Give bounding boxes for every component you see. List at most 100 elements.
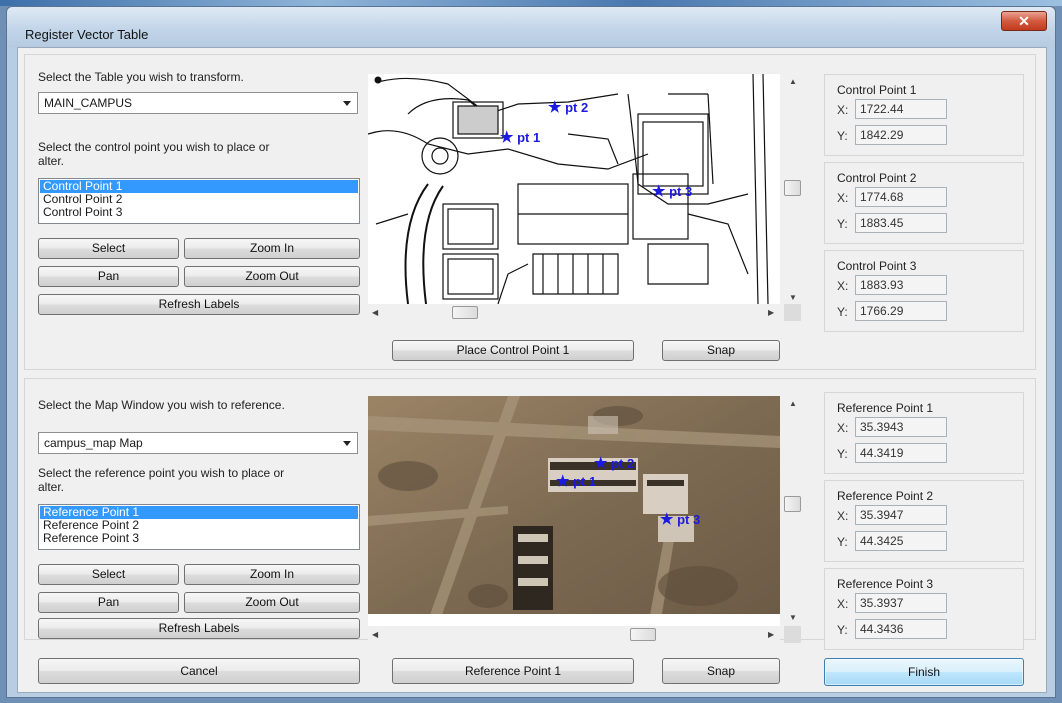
reference-point-list[interactable]: Reference Point 1 Reference Point 2 Refe…: [38, 504, 360, 550]
close-button[interactable]: ✕: [1001, 11, 1047, 31]
x-label: X:: [837, 597, 849, 611]
map-marker-pt1[interactable]: ★ pt 1: [500, 128, 540, 146]
reference-point-3-y-field[interactable]: 44.3436: [855, 619, 947, 639]
control-point-2-group: Control Point 2 X: 1774.68 Y: 1883.45: [824, 162, 1024, 244]
scroll-up-icon[interactable]: ▲: [789, 400, 797, 408]
star-icon: ★: [500, 129, 514, 146]
scroll-corner: [784, 626, 801, 643]
control-point-3-x-field[interactable]: 1883.93: [855, 275, 947, 295]
y-label: Y:: [837, 217, 848, 231]
finish-button[interactable]: Finish: [824, 658, 1024, 686]
map-window-select-value: campus_map Map: [44, 436, 143, 450]
y-label: Y:: [837, 129, 848, 143]
scroll-left-icon[interactable]: ◀: [372, 309, 378, 317]
scroll-thumb[interactable]: [784, 180, 801, 196]
place-control-point-button[interactable]: Place Control Point 1: [392, 340, 634, 361]
x-label: X:: [837, 509, 849, 523]
chevron-down-icon[interactable]: [343, 101, 351, 106]
top-map-horizontal-scrollbar[interactable]: ◀ ▶: [368, 304, 780, 321]
y-label: Y:: [837, 305, 848, 319]
title-bar[interactable]: Register Vector Table ✕: [7, 7, 1055, 47]
reference-point-3-group: Reference Point 3 X: 35.3937 Y: 44.3436: [824, 568, 1024, 650]
list-item[interactable]: Control Point 3: [40, 206, 358, 219]
y-label: Y:: [837, 535, 848, 549]
refresh-labels-button[interactable]: Refresh Labels: [38, 618, 360, 639]
snap-button-top[interactable]: Snap: [662, 340, 780, 361]
scroll-up-icon[interactable]: ▲: [789, 78, 797, 86]
reference-point-1-title: Reference Point 1: [837, 401, 934, 415]
y-label: Y:: [837, 623, 848, 637]
table-select-value: MAIN_CAMPUS: [44, 96, 133, 110]
scroll-corner: [784, 304, 801, 321]
control-point-1-group: Control Point 1 X: 1722.44 Y: 1842.29: [824, 74, 1024, 156]
reference-point-1-y-field[interactable]: 44.3419: [855, 443, 947, 463]
map-window-prompt-label: Select the Map Window you wish to refere…: [38, 398, 285, 412]
pan-button[interactable]: Pan: [38, 592, 179, 613]
pan-button[interactable]: Pan: [38, 266, 179, 287]
x-label: X:: [837, 279, 849, 293]
chevron-down-icon[interactable]: [343, 441, 351, 446]
x-label: X:: [837, 103, 849, 117]
list-item[interactable]: Reference Point 3: [40, 532, 358, 545]
scroll-thumb[interactable]: [452, 306, 478, 319]
control-point-2-y-field[interactable]: 1883.45: [855, 213, 947, 233]
bottom-map-vertical-scrollbar[interactable]: ▲ ▼: [780, 396, 806, 626]
reference-point-2-group: Reference Point 2 X: 35.3947 Y: 44.3425: [824, 480, 1024, 562]
x-label: X:: [837, 421, 849, 435]
control-point-3-group: Control Point 3 X: 1883.93 Y: 1766.29: [824, 250, 1024, 332]
place-reference-point-button[interactable]: Reference Point 1: [392, 658, 634, 684]
snap-button-bottom[interactable]: Snap: [662, 658, 780, 684]
vector-map-view[interactable]: ★ pt 2 ★ pt 1 ★ pt 3: [368, 74, 780, 304]
reference-point-1-group: Reference Point 1 X: 35.3943 Y: 44.3419: [824, 392, 1024, 474]
reference-point-2-x-field[interactable]: 35.3947: [855, 505, 947, 525]
scroll-thumb[interactable]: [630, 628, 656, 641]
aerial-imagery: [368, 396, 780, 626]
control-point-2-x-field[interactable]: 1774.68: [855, 187, 947, 207]
dialog-client: Select the Table you wish to transform. …: [17, 47, 1047, 693]
aerial-map-view[interactable]: ★ pt 2 ★ pt 1 ★ pt 3: [368, 396, 780, 626]
scroll-right-icon[interactable]: ▶: [768, 309, 774, 317]
map-marker-pt2[interactable]: ★ pt 2: [548, 98, 588, 116]
reference-point-3-x-field[interactable]: 35.3937: [855, 593, 947, 613]
scroll-left-icon[interactable]: ◀: [372, 631, 378, 639]
table-prompt-label: Select the Table you wish to transform.: [38, 70, 244, 84]
control-point-3-title: Control Point 3: [837, 259, 917, 273]
top-map-vertical-scrollbar[interactable]: ▲ ▼: [780, 74, 806, 304]
aerial-marker-pt3[interactable]: ★ pt 3: [660, 510, 700, 528]
window-title: Register Vector Table: [25, 27, 149, 42]
reference-point-1-x-field[interactable]: 35.3943: [855, 417, 947, 437]
reference-point-prompt-label: Select the reference point you wish to p…: [38, 466, 285, 494]
scroll-right-icon[interactable]: ▶: [768, 631, 774, 639]
control-point-1-x-field[interactable]: 1722.44: [855, 99, 947, 119]
scroll-thumb[interactable]: [784, 496, 801, 512]
scroll-down-icon[interactable]: ▼: [789, 294, 797, 302]
table-select[interactable]: MAIN_CAMPUS: [38, 92, 358, 114]
control-point-2-title: Control Point 2: [837, 171, 917, 185]
select-button[interactable]: Select: [38, 564, 179, 585]
zoom-in-button[interactable]: Zoom In: [184, 564, 360, 585]
bottom-map-horizontal-scrollbar[interactable]: ◀ ▶: [368, 626, 780, 643]
control-point-1-y-field[interactable]: 1842.29: [855, 125, 947, 145]
star-icon: ★: [594, 455, 608, 472]
cancel-button[interactable]: Cancel: [38, 658, 360, 684]
select-button[interactable]: Select: [38, 238, 179, 259]
star-icon: ★: [556, 473, 570, 490]
scroll-down-icon[interactable]: ▼: [789, 614, 797, 622]
control-point-3-y-field[interactable]: 1766.29: [855, 301, 947, 321]
control-point-list[interactable]: Control Point 1 Control Point 2 Control …: [38, 178, 360, 224]
map-window-select[interactable]: campus_map Map: [38, 432, 358, 454]
control-point-1-title: Control Point 1: [837, 83, 917, 97]
zoom-out-button[interactable]: Zoom Out: [184, 592, 360, 613]
star-icon: ★: [660, 511, 674, 528]
aerial-marker-pt1[interactable]: ★ pt 1: [556, 472, 596, 490]
register-vector-table-dialog: Register Vector Table ✕ Select the Table…: [6, 6, 1056, 698]
refresh-labels-button[interactable]: Refresh Labels: [38, 294, 360, 315]
star-icon: ★: [548, 99, 562, 116]
zoom-in-button[interactable]: Zoom In: [184, 238, 360, 259]
zoom-out-button[interactable]: Zoom Out: [184, 266, 360, 287]
aerial-marker-pt2[interactable]: ★ pt 2: [594, 454, 634, 472]
reference-point-2-y-field[interactable]: 44.3425: [855, 531, 947, 551]
map-marker-pt3[interactable]: ★ pt 3: [652, 182, 692, 200]
x-label: X:: [837, 191, 849, 205]
reference-point-2-title: Reference Point 2: [837, 489, 934, 503]
